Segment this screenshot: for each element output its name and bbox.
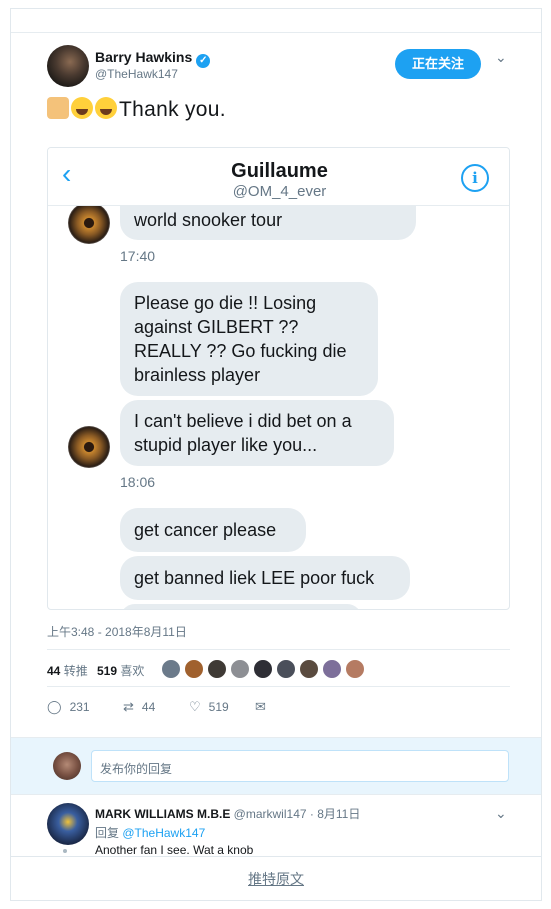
dm-avatar	[68, 202, 110, 244]
reply-to-line: 回复 @TheHawk147	[95, 824, 205, 841]
envelope-icon: ✉	[255, 699, 266, 714]
retweet-stat-label: 转推	[63, 664, 88, 678]
reply-input[interactable]: 发布你的回复	[91, 750, 509, 782]
laughing-face-icon	[95, 97, 117, 119]
top-bar	[11, 9, 541, 33]
author-name[interactable]: Barry Hawkins	[95, 49, 192, 65]
dm-avatar	[68, 426, 110, 468]
info-icon: i	[461, 164, 489, 192]
thumbs-up-icon	[47, 97, 69, 119]
dm-contact-name: Guillaume	[231, 160, 328, 182]
retweet-stat[interactable]: 44 转推	[47, 662, 88, 679]
dm-message-partial	[120, 604, 362, 609]
retweet-action[interactable]: ⇄ 44	[123, 699, 155, 715]
dm-message: I can't believe i did bet on a stupid pl…	[120, 400, 394, 466]
liker-avatar[interactable]	[322, 659, 342, 679]
liker-avatar[interactable]	[184, 659, 204, 679]
reply-icon: ◯	[47, 699, 62, 714]
my-avatar	[53, 752, 81, 780]
like-stat-label: 喜欢	[120, 664, 145, 678]
reply-text: Another fan I see. Wat a knob	[95, 843, 254, 857]
chevron-down-icon[interactable]: ⌄	[495, 805, 507, 822]
retweet-action-count: 44	[141, 700, 156, 714]
original-tweet-link[interactable]: 推特原文	[248, 871, 304, 887]
retweet-icon: ⇄	[123, 699, 134, 714]
tweet-text: Thank you.	[47, 97, 226, 122]
reply-author[interactable]: MARK WILLIAMS M.B.E @markwil147 · 8月11日	[95, 805, 360, 822]
tweet-stats: 44 转推 519 喜欢	[47, 649, 510, 687]
tweet-timestamp[interactable]: 上午3:48 - 2018年8月11日	[47, 623, 187, 640]
dm-header: ‹ Guillaume @OM_4_ever i	[48, 148, 509, 206]
liker-avatar[interactable]	[345, 659, 365, 679]
dm-timestamp: 18:06	[120, 474, 156, 490]
reply-composer: 发布你的回复	[11, 737, 541, 795]
reply-to-prefix: 回复	[95, 826, 120, 840]
reply-author-name: MARK WILLIAMS M.B.E	[95, 807, 231, 821]
like-action[interactable]: ♡ 519	[189, 699, 229, 715]
dm-contact-handle: @OM_4_ever	[232, 183, 327, 200]
verified-icon: ✓	[196, 54, 211, 68]
liker-avatar[interactable]	[253, 659, 273, 679]
dm-message: get cancer please	[120, 508, 306, 552]
dm-message: get banned liek LEE poor fuck	[120, 556, 410, 600]
author-handle[interactable]: @TheHawk147	[95, 67, 178, 81]
tweet-actions: ◯ 231 ⇄ 44 ♡ 519 ✉	[47, 695, 347, 719]
chevron-down-icon[interactable]: ⌄	[495, 49, 507, 66]
author-avatar[interactable]	[47, 45, 89, 87]
like-action-count: 519	[208, 700, 229, 714]
reply-action[interactable]: ◯ 231	[47, 699, 90, 715]
liker-avatar[interactable]	[276, 659, 296, 679]
following-button[interactable]: 正在关注	[395, 49, 481, 79]
reply-to-link[interactable]: @TheHawk147	[122, 826, 205, 840]
thread-dot	[63, 849, 67, 853]
reply-count: 231	[69, 700, 90, 714]
reply-author-avatar[interactable]	[47, 803, 89, 845]
reply-handle-date: @markwil147 · 8月11日	[233, 807, 361, 821]
attached-screenshot[interactable]: ‹ Guillaume @OM_4_ever i world snooker t…	[47, 147, 510, 610]
liker-avatar[interactable]	[207, 659, 227, 679]
dm-timestamp: 17:40	[120, 248, 156, 264]
author-name-row[interactable]: Barry Hawkins ✓	[95, 49, 211, 68]
like-count: 519	[97, 664, 118, 678]
tweet-body: Thank you.	[119, 98, 226, 121]
liker-avatar[interactable]	[230, 659, 250, 679]
liker-avatar[interactable]	[299, 659, 319, 679]
footer: 推特原文	[11, 856, 541, 900]
liker-avatar[interactable]	[161, 659, 181, 679]
retweet-count: 44	[47, 664, 61, 678]
tweet-frame: Barry Hawkins ✓ @TheHawk147 正在关注 ⌄ Thank …	[10, 8, 542, 901]
laughing-face-icon	[71, 97, 93, 119]
dm-message: Please go die !! Losing against GILBERT …	[120, 282, 378, 396]
message-action[interactable]: ✉	[255, 699, 274, 715]
like-stat[interactable]: 519 喜欢	[97, 662, 144, 679]
heart-icon: ♡	[189, 699, 201, 714]
